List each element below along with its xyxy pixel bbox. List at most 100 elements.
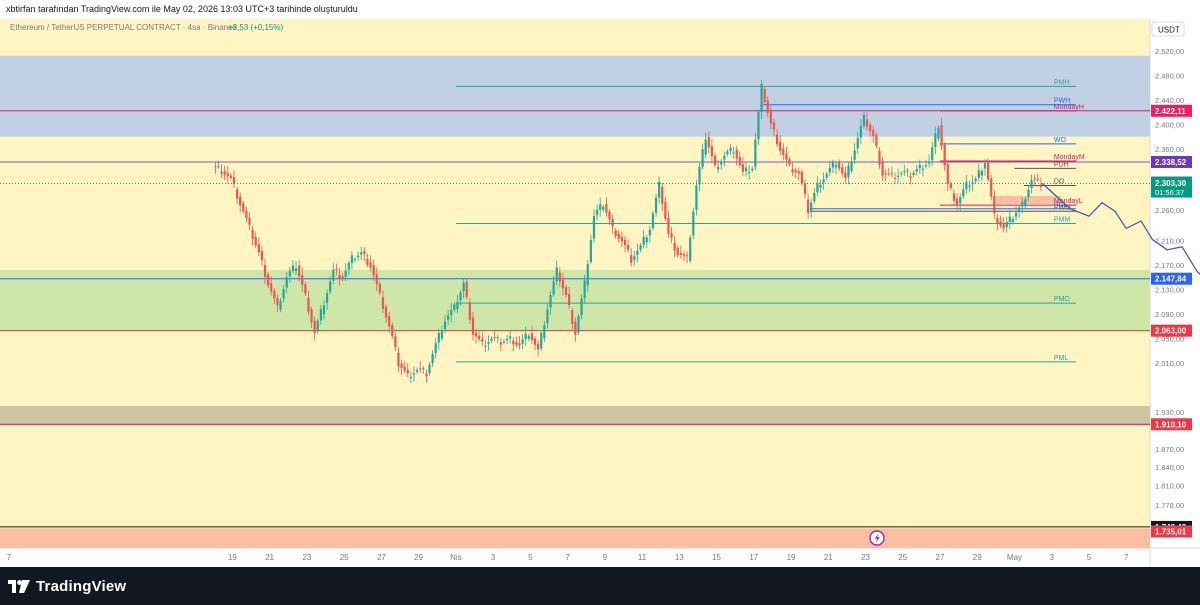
- candle-body: [310, 309, 313, 323]
- candle-body: [1002, 224, 1005, 229]
- candle-body: [1036, 179, 1039, 181]
- candle-body: [307, 297, 310, 312]
- candle-body: [220, 171, 223, 174]
- candle-body: [676, 248, 679, 256]
- candle-body: [807, 199, 810, 213]
- time-tick-label: 9: [603, 553, 608, 562]
- candle-body: [738, 156, 741, 166]
- candle-body: [561, 279, 565, 289]
- candle-body: [524, 333, 527, 339]
- level-do-label: DO: [1054, 179, 1065, 186]
- candle-body: [493, 337, 496, 339]
- candle-body: [928, 161, 931, 164]
- candle-body: [360, 252, 363, 255]
- candle-body: [245, 210, 248, 219]
- candle-body: [599, 204, 602, 210]
- candle-body: [431, 353, 434, 364]
- candle-body: [623, 239, 627, 246]
- candle-body: [893, 178, 897, 180]
- price-label-text: 2.147,84: [1155, 275, 1187, 284]
- candle-body: [968, 185, 971, 187]
- candle-body: [937, 127, 940, 139]
- candle-body: [322, 305, 326, 315]
- time-tick-label: 23: [302, 553, 311, 562]
- candle-body: [350, 255, 354, 263]
- candle-body: [273, 290, 276, 299]
- price-tick-label: 2.360,00: [1155, 145, 1184, 154]
- candle-body: [239, 196, 242, 206]
- candle-body: [487, 342, 490, 344]
- candle-body: [298, 265, 301, 277]
- candle-body: [617, 233, 620, 239]
- candle-body: [425, 373, 428, 376]
- candle-body: [422, 368, 425, 370]
- candle-body: [248, 218, 251, 225]
- candle-body: [555, 267, 558, 282]
- level-pml-label: PML: [1054, 355, 1069, 362]
- price-tick-label: 2.480,00: [1155, 71, 1184, 80]
- candle-body: [419, 368, 422, 370]
- candle-body: [347, 262, 350, 270]
- price-tick-label: 2.440,00: [1155, 96, 1184, 105]
- candle-body: [645, 237, 648, 243]
- price-chart[interactable]: PMHPWHMondayHWOMondayMPDHDOMondayLPDLPWO…: [0, 19, 1200, 567]
- candle-body: [415, 369, 419, 372]
- candle-body: [813, 192, 816, 202]
- candle-body: [450, 309, 453, 315]
- candle-body: [294, 268, 298, 271]
- time-tick-label: 21: [824, 553, 833, 562]
- candle-body: [819, 185, 822, 188]
- candle-body: [760, 83, 763, 112]
- time-tick-label: 23: [861, 553, 870, 562]
- time-tick-label: 3: [1049, 553, 1054, 562]
- candle-body: [490, 338, 493, 341]
- tradingview-logo-text: TradingView: [36, 577, 127, 595]
- candle-body: [537, 343, 540, 350]
- candle-body: [518, 343, 521, 346]
- candle-body: [673, 242, 676, 251]
- candle-body: [533, 338, 537, 345]
- candle-body: [509, 336, 512, 339]
- candle-body: [1030, 180, 1033, 189]
- candle-body: [319, 309, 322, 321]
- candle-body: [915, 168, 918, 172]
- current-price-text: 2.303,30: [1155, 179, 1187, 188]
- price-tick-label: 2.010,00: [1155, 359, 1184, 368]
- candle-body: [977, 170, 980, 178]
- candle-body: [325, 293, 329, 303]
- lightning-icon[interactable]: [869, 530, 885, 546]
- candle-body: [232, 177, 236, 184]
- candle-body: [741, 164, 745, 172]
- candle-body: [962, 189, 965, 197]
- tradingview-logo[interactable]: TradingView: [8, 575, 126, 597]
- candle-body: [707, 136, 710, 148]
- candle-body: [732, 152, 735, 154]
- candle-body: [987, 161, 990, 180]
- candle-body: [502, 341, 506, 343]
- candle-body: [611, 218, 614, 227]
- time-tick-label: 15: [712, 553, 721, 562]
- candle-body: [887, 173, 890, 175]
- candle-body: [620, 237, 624, 242]
- candle-body: [447, 315, 450, 320]
- candle-body: [1039, 184, 1042, 188]
- candle-body: [543, 325, 546, 339]
- candle-body: [332, 269, 335, 281]
- currency-button[interactable]: USDT: [1151, 21, 1185, 37]
- time-tick-label: 19: [787, 553, 796, 562]
- time-tick-label: 13: [675, 553, 684, 562]
- candle-body: [763, 88, 766, 103]
- candle-body: [605, 204, 608, 213]
- candle-body: [496, 336, 499, 338]
- candle-body: [394, 336, 397, 348]
- time-tick-label: 5: [528, 553, 533, 562]
- candle-body: [639, 245, 642, 250]
- candle-body: [257, 244, 260, 253]
- candle-body: [990, 178, 993, 197]
- candle-body: [999, 221, 1002, 226]
- candle-body: [251, 229, 254, 239]
- candle-body: [285, 277, 288, 288]
- candle-body: [831, 162, 835, 168]
- time-tick-label: 25: [340, 553, 349, 562]
- candle-body: [344, 270, 347, 277]
